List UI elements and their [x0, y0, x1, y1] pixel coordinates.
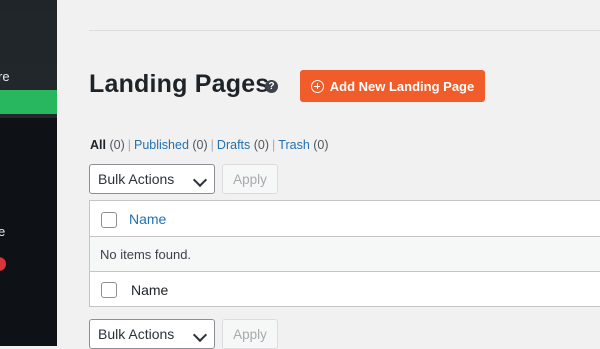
add-new-landing-page-button[interactable]: Add New Landing Page: [300, 70, 485, 102]
sidebar-active-item[interactable]: [0, 90, 57, 114]
bulk-actions-selected-value-bottom: Bulk Actions: [98, 326, 175, 342]
notification-badge: [0, 257, 6, 271]
bulk-actions-select-top[interactable]: Bulk Actions: [89, 164, 215, 194]
chevron-down-icon: [192, 327, 208, 343]
sidebar-menu-item-partial[interactable]: re: [0, 69, 10, 84]
filter-trash[interactable]: Trash: [278, 138, 310, 152]
filter-trash-count: (0): [313, 138, 329, 152]
no-items-message: No items found.: [100, 247, 192, 262]
table-footer-row: Name: [90, 272, 600, 306]
filter-published[interactable]: Published: [134, 138, 189, 152]
status-filter-links: All (0) | Published (0) | Drafts (0) | Trash (…: [90, 138, 329, 152]
apply-button-top[interactable]: Apply: [222, 164, 278, 194]
page-title: Landing Pages: [89, 70, 270, 98]
table-header-row: Name: [90, 201, 600, 237]
filter-all[interactable]: All: [90, 138, 106, 152]
filter-drafts[interactable]: Drafts: [217, 138, 250, 152]
filter-separator: |: [127, 138, 131, 152]
filter-drafts-count: (0): [253, 138, 270, 152]
apply-button-bottom[interactable]: Apply: [222, 319, 278, 349]
filter-all-count: (0): [109, 138, 125, 152]
filter-published-count: (0): [192, 138, 208, 152]
question-circle-icon[interactable]: ?: [265, 80, 278, 93]
filter-separator: |: [210, 138, 214, 152]
bulk-actions-selected-value: Bulk Actions: [98, 171, 175, 187]
chevron-down-icon: [192, 172, 208, 188]
header-divider: [89, 30, 600, 31]
filter-separator: |: [272, 138, 276, 152]
select-all-checkbox[interactable]: [101, 212, 117, 228]
main-content: Landing Pages ? Add New Landing Page All…: [57, 0, 600, 349]
table-empty-row: No items found.: [90, 237, 600, 272]
sidebar-menu-item-partial-2[interactable]: e: [0, 224, 5, 239]
landing-pages-table: Name No items found. Name: [89, 200, 600, 307]
name-column-sort-link[interactable]: Name: [129, 211, 166, 227]
bulk-actions-select-bottom[interactable]: Bulk Actions: [89, 319, 215, 349]
select-all-checkbox-footer[interactable]: [101, 282, 117, 298]
name-column-footer: Name: [131, 282, 169, 298]
add-new-landing-page-label: Add New Landing Page: [329, 78, 475, 94]
admin-sidebar: re e: [0, 0, 57, 346]
plus-circle-icon: [310, 79, 324, 93]
